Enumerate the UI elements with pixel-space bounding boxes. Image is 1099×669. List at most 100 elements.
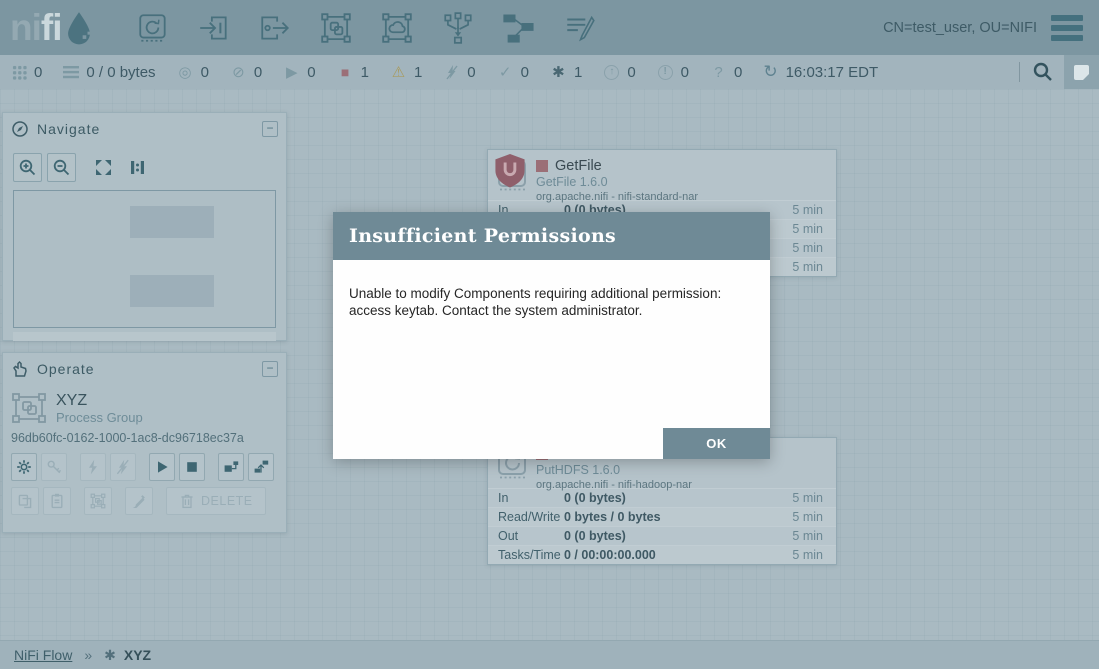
note-icon bbox=[1074, 65, 1089, 80]
status-running: ▶ 0 bbox=[283, 64, 315, 81]
operate-title: Operate bbox=[37, 361, 95, 377]
asterisk-icon: ✱ bbox=[550, 64, 567, 81]
status-stale: ↑ 0 bbox=[603, 64, 635, 81]
stop-button[interactable] bbox=[179, 453, 205, 481]
logo-text-2: fi bbox=[41, 9, 62, 46]
stat-row-readwrite: Read/Write 0 bytes / 0 bytes 5 min bbox=[488, 507, 836, 526]
remote-process-group-icon[interactable] bbox=[380, 11, 414, 45]
processor-icon[interactable] bbox=[136, 11, 170, 45]
dialog-body: Unable to modify Components requiring ad… bbox=[333, 260, 770, 459]
output-port-icon[interactable] bbox=[258, 11, 292, 45]
bulletin-board-button[interactable] bbox=[1064, 55, 1099, 89]
invalid-icon: ⚠ bbox=[390, 64, 407, 81]
status-disabled: 0 bbox=[443, 64, 475, 81]
processor-stamp-icon bbox=[496, 158, 536, 195]
processor-type: PutHDFS 1.6.0 bbox=[536, 463, 828, 477]
start-button[interactable] bbox=[149, 453, 175, 481]
hand-icon bbox=[11, 360, 29, 378]
not-transmitting-icon: ⊘ bbox=[230, 64, 247, 81]
processor-bundle: org.apache.nifi - nifi-standard-nar bbox=[536, 191, 828, 203]
group-button[interactable] bbox=[84, 487, 112, 515]
minimap-component bbox=[130, 206, 214, 238]
restricted-shield-icon bbox=[493, 154, 527, 188]
process-group-icon bbox=[11, 392, 49, 424]
stale-icon: ↑ bbox=[603, 64, 620, 81]
label-icon[interactable] bbox=[563, 11, 597, 45]
process-group-icon[interactable] bbox=[319, 11, 353, 45]
collapse-navigate-button[interactable]: − bbox=[262, 121, 278, 137]
status-stopped: ■ 1 bbox=[337, 64, 369, 81]
refresh-icon[interactable]: ↻ bbox=[763, 62, 777, 82]
zoom-actual-size-button[interactable] bbox=[123, 153, 152, 182]
disable-button[interactable] bbox=[110, 453, 136, 481]
dialog-message: Unable to modify Components requiring ad… bbox=[349, 286, 749, 319]
global-menu-button[interactable] bbox=[1051, 15, 1083, 41]
status-locally-modified-stale: ! 0 bbox=[657, 64, 689, 81]
breadcrumb-root-link[interactable]: NiFi Flow bbox=[14, 647, 72, 663]
queued-icon bbox=[63, 66, 79, 79]
delete-button[interactable]: DELETE bbox=[166, 487, 266, 515]
zoom-fit-button[interactable] bbox=[89, 153, 118, 182]
configure-button[interactable] bbox=[11, 453, 37, 481]
app-header: nifi bbox=[0, 0, 1099, 55]
threads-icon bbox=[12, 65, 27, 80]
funnel-icon[interactable] bbox=[441, 11, 475, 45]
delete-label: DELETE bbox=[201, 494, 253, 508]
zoom-out-button[interactable] bbox=[47, 153, 76, 182]
status-transmitting: ◎ 0 bbox=[177, 64, 209, 81]
status-sync-failure: ? 0 bbox=[710, 64, 742, 81]
selected-component-type: Process Group bbox=[56, 410, 143, 425]
stopped-indicator-icon bbox=[536, 160, 548, 172]
navigate-title: Navigate bbox=[37, 121, 100, 137]
processor-bundle: org.apache.nifi - nifi-hadoop-nar bbox=[536, 479, 828, 491]
upload-template-button[interactable] bbox=[248, 453, 274, 481]
breadcrumb-current: XYZ bbox=[124, 647, 151, 663]
logo-text-1: ni bbox=[10, 9, 41, 46]
stopped-icon: ■ bbox=[337, 64, 354, 81]
enable-button[interactable] bbox=[80, 453, 106, 481]
nifi-app: nifi bbox=[0, 0, 1099, 669]
question-icon: ? bbox=[710, 64, 727, 81]
access-policies-button[interactable] bbox=[41, 453, 67, 481]
selected-component-name: XYZ bbox=[56, 392, 143, 410]
birdseye-minimap[interactable] bbox=[13, 190, 276, 328]
input-port-icon[interactable] bbox=[197, 11, 231, 45]
disabled-icon bbox=[443, 64, 460, 81]
nifi-logo: nifi bbox=[10, 9, 94, 46]
running-icon: ▶ bbox=[283, 64, 300, 81]
status-queued: 0 / 0 bytes bbox=[63, 64, 155, 81]
transmitting-icon: ◎ bbox=[177, 64, 194, 81]
check-icon: ✓ bbox=[497, 64, 514, 81]
breadcrumb-separator: » bbox=[84, 647, 92, 663]
selected-component-id: 96db60fc-0162-1000-1ac8-dc96718ec37a bbox=[3, 425, 286, 445]
insufficient-permissions-dialog: Insufficient Permissions Unable to modif… bbox=[333, 212, 770, 459]
last-refreshed: ↻ 16:03:17 EDT bbox=[763, 62, 878, 82]
operate-panel: Operate − XYZ Process Group 96db60fc-016… bbox=[2, 352, 287, 533]
current-user: CN=test_user, OU=NIFI bbox=[883, 20, 1037, 36]
locally-modified-icon: ✱ bbox=[104, 647, 116, 664]
dialog-header: Insufficient Permissions bbox=[333, 212, 770, 260]
fill-color-button[interactable] bbox=[125, 487, 153, 515]
search-icon[interactable] bbox=[1032, 61, 1054, 83]
processor-name: GetFile bbox=[555, 158, 602, 174]
status-active-threads: 0 bbox=[12, 64, 42, 81]
paste-button[interactable] bbox=[43, 487, 71, 515]
processor-type: GetFile 1.6.0 bbox=[536, 175, 828, 189]
exclamation-circle-icon: ! bbox=[657, 64, 674, 81]
status-not-transmitting: ⊘ 0 bbox=[230, 64, 262, 81]
status-up-to-date: ✓ 0 bbox=[497, 64, 529, 81]
copy-button[interactable] bbox=[11, 487, 39, 515]
dialog-title: Insufficient Permissions bbox=[349, 225, 616, 247]
zoom-in-button[interactable] bbox=[13, 153, 42, 182]
breadcrumb: NiFi Flow » ✱ XYZ bbox=[0, 640, 1099, 669]
stat-row-out: Out 0 (0 bytes) 5 min bbox=[488, 526, 836, 545]
template-icon[interactable] bbox=[502, 11, 536, 45]
minimap-footer bbox=[13, 332, 276, 341]
ok-button[interactable]: OK bbox=[663, 428, 770, 459]
compass-icon bbox=[11, 120, 29, 138]
status-locally-modified: ✱ 1 bbox=[550, 64, 582, 81]
collapse-operate-button[interactable]: − bbox=[262, 361, 278, 377]
minimap-component bbox=[130, 275, 214, 307]
save-template-button[interactable] bbox=[218, 453, 244, 481]
component-toolbar bbox=[136, 11, 597, 45]
